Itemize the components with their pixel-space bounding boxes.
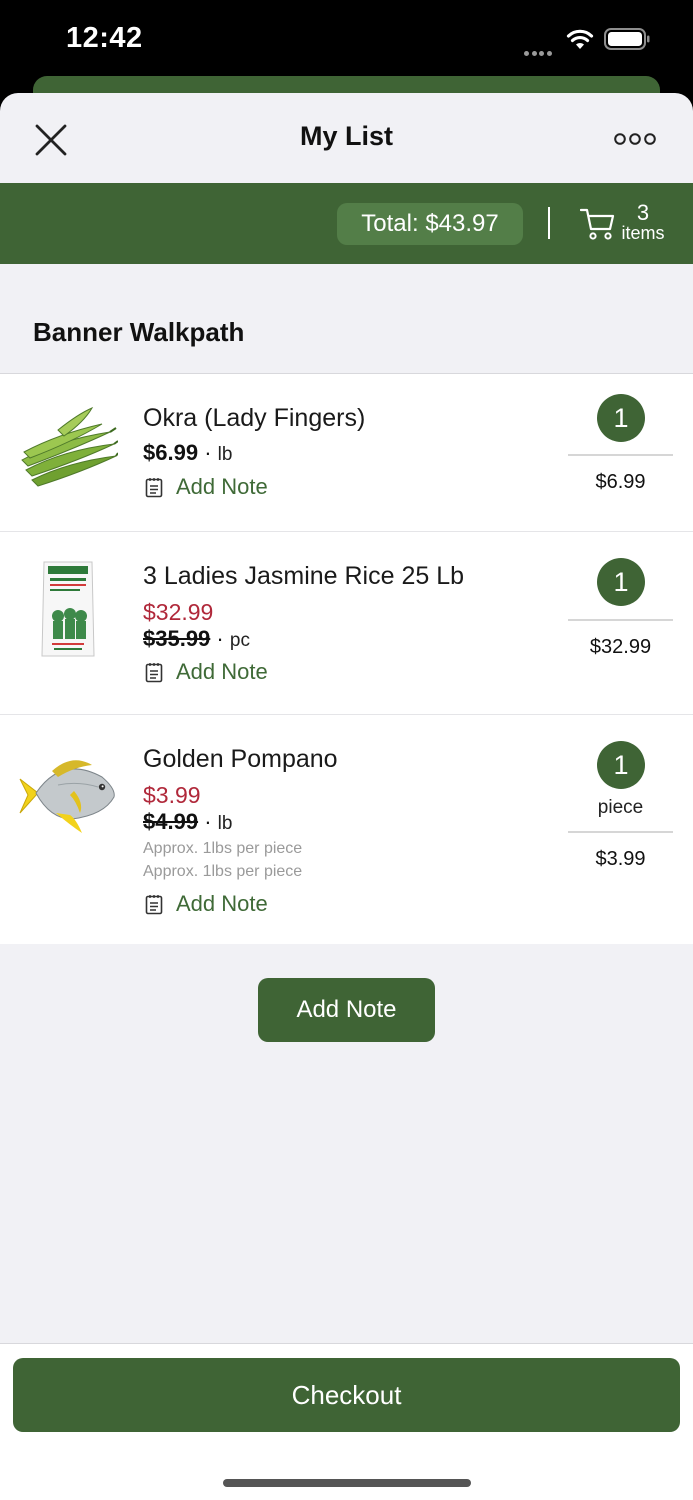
list-item[interactable]: Okra (Lady Fingers) $6.99 · lb Add Note … [0,374,693,532]
more-icon[interactable] [612,127,658,151]
total-bar: Total: $43.97 3 items [0,183,693,264]
item-line-total: $32.99 [589,636,652,658]
notepad-icon [145,894,163,914]
notepad-icon [145,662,163,682]
list-item[interactable]: Golden Pompano $3.99 $4.99 · lb Approx. … [0,715,693,944]
list-item[interactable]: 3 Ladies Jasmine Rice 25 Lb $32.99 $35.9… [0,532,693,715]
item-line-total: $6.99 [595,471,646,493]
item-price: $6.99 [143,440,199,465]
add-note-link[interactable]: Add Note [145,474,268,500]
cellular-signal-icon [524,43,558,56]
divider [568,619,673,621]
okra-product-image [21,406,118,487]
bottom-bar: Checkout [0,1343,693,1500]
add-note-label: Add Note [176,659,268,684]
add-note-label: Add Note [176,474,268,499]
my-list-sheet: My List Total: $43.97 3 items Banner Wal… [0,93,693,1500]
pompano-fish-image [19,760,115,833]
status-bar: 12:42 [0,0,693,80]
add-note-link[interactable]: Add Note [145,659,268,685]
quantity-badge[interactable]: 1 [597,741,645,789]
quantity-badge[interactable]: 1 [597,394,645,442]
item-unit: lb [217,444,233,465]
item-price-line: $35.99 · pc [143,626,250,652]
separator: · [216,626,224,651]
item-sale-price: $3.99 [143,782,201,808]
item-unit: pc [229,630,250,651]
item-name: Golden Pompano [143,745,338,773]
item-price-line: $4.99 · lb [143,809,232,835]
page-title: My List [299,121,393,151]
rice-bag-image [41,561,95,657]
divider [568,831,673,833]
cart-count: 3 [636,200,650,225]
item-approx-note: Approx. 1lbs per piece [143,863,303,880]
separator: · [204,440,212,465]
nav-bar: My List [0,93,693,183]
item-sale-price: $32.99 [143,599,214,625]
wifi-icon [566,29,594,49]
item-unit: lb [217,813,233,834]
checkout-button[interactable]: Checkout [13,1358,680,1432]
item-name: 3 Ladies Jasmine Rice 25 Lb [143,562,465,590]
divider [548,207,550,239]
quantity-unit: piece [597,797,644,818]
item-approx-note: Approx. 1lbs per piece [143,840,303,857]
add-note-link[interactable]: Add Note [145,891,268,917]
add-note-button[interactable]: Add Note [258,978,435,1042]
item-old-price: $35.99 [143,626,211,651]
item-name: Okra (Lady Fingers) [143,404,366,432]
item-line-total: $3.99 [595,848,646,870]
cart-icon[interactable] [580,207,616,241]
battery-icon [604,28,650,50]
add-note-label: Add Note [176,891,268,916]
divider [568,454,673,456]
quantity-badge[interactable]: 1 [597,558,645,606]
cart-items-label: items [621,223,665,243]
item-list: Okra (Lady Fingers) $6.99 · lb Add Note … [0,374,693,944]
separator: · [204,809,212,834]
total-badge: Total: $43.97 [337,203,523,245]
home-indicator[interactable] [223,1479,471,1487]
section-title: Banner Walkpath [33,317,245,347]
item-old-price: $4.99 [143,809,199,834]
notepad-icon [145,477,163,497]
status-time: 12:42 [66,22,143,54]
item-price-line: $6.99 · lb [143,440,232,466]
